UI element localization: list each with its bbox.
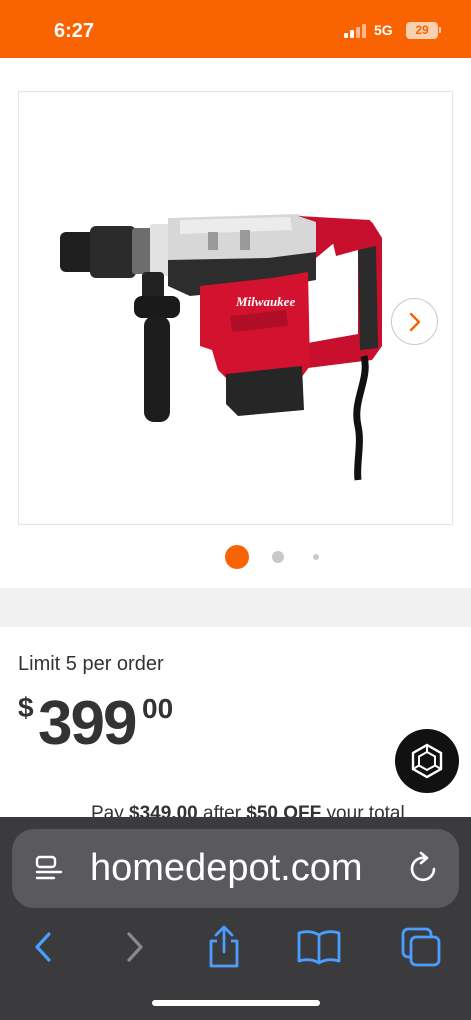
home-indicator: [152, 1000, 320, 1006]
browser-toolbar: homedepot.com: [0, 817, 471, 1020]
price-cents: 00: [142, 693, 174, 724]
gallery-pagination: [0, 545, 471, 569]
battery-tip: [439, 27, 441, 33]
gallery-dot[interactable]: [272, 551, 284, 563]
brand-logo: Milwaukee: [235, 294, 295, 309]
price-dollars: 399: [38, 689, 137, 758]
network-label: 5G: [374, 22, 393, 38]
bookmarks-icon: [297, 930, 341, 965]
gallery-dot-active[interactable]: [225, 545, 249, 569]
back-button[interactable]: [18, 922, 68, 972]
section-divider: [0, 588, 471, 627]
reload-icon[interactable]: [408, 851, 440, 885]
reader-mode-icon[interactable]: [34, 853, 64, 883]
url-text[interactable]: homedepot.com: [90, 847, 363, 890]
price-symbol: $: [18, 692, 34, 723]
tabs-button[interactable]: [396, 922, 446, 972]
address-bar[interactable]: homedepot.com: [12, 829, 459, 908]
forward-button[interactable]: [110, 922, 160, 972]
signal-icon: [344, 24, 368, 38]
battery-icon: 29: [406, 22, 438, 39]
share-button[interactable]: [199, 922, 249, 972]
product-image[interactable]: Milwaukee: [40, 120, 400, 490]
limit-text: Limit 5 per order: [18, 653, 164, 675]
floating-assistant-button[interactable]: [395, 729, 459, 793]
hexagon-logo-icon: [411, 743, 443, 779]
chevron-right-icon: [409, 312, 420, 331]
bookmarks-button[interactable]: [294, 922, 344, 972]
gallery-dot[interactable]: [313, 554, 319, 560]
status-bar: 6:27 5G 29: [0, 0, 471, 58]
next-image-button[interactable]: [391, 298, 438, 345]
forward-icon: [127, 932, 143, 962]
back-icon: [35, 932, 51, 962]
tabs-icon: [401, 927, 441, 967]
share-icon: [209, 925, 239, 968]
product-page: 6:27 5G 29 Milwaukee Limit 5 per order $…: [0, 0, 471, 1020]
status-time: 6:27: [54, 20, 95, 42]
